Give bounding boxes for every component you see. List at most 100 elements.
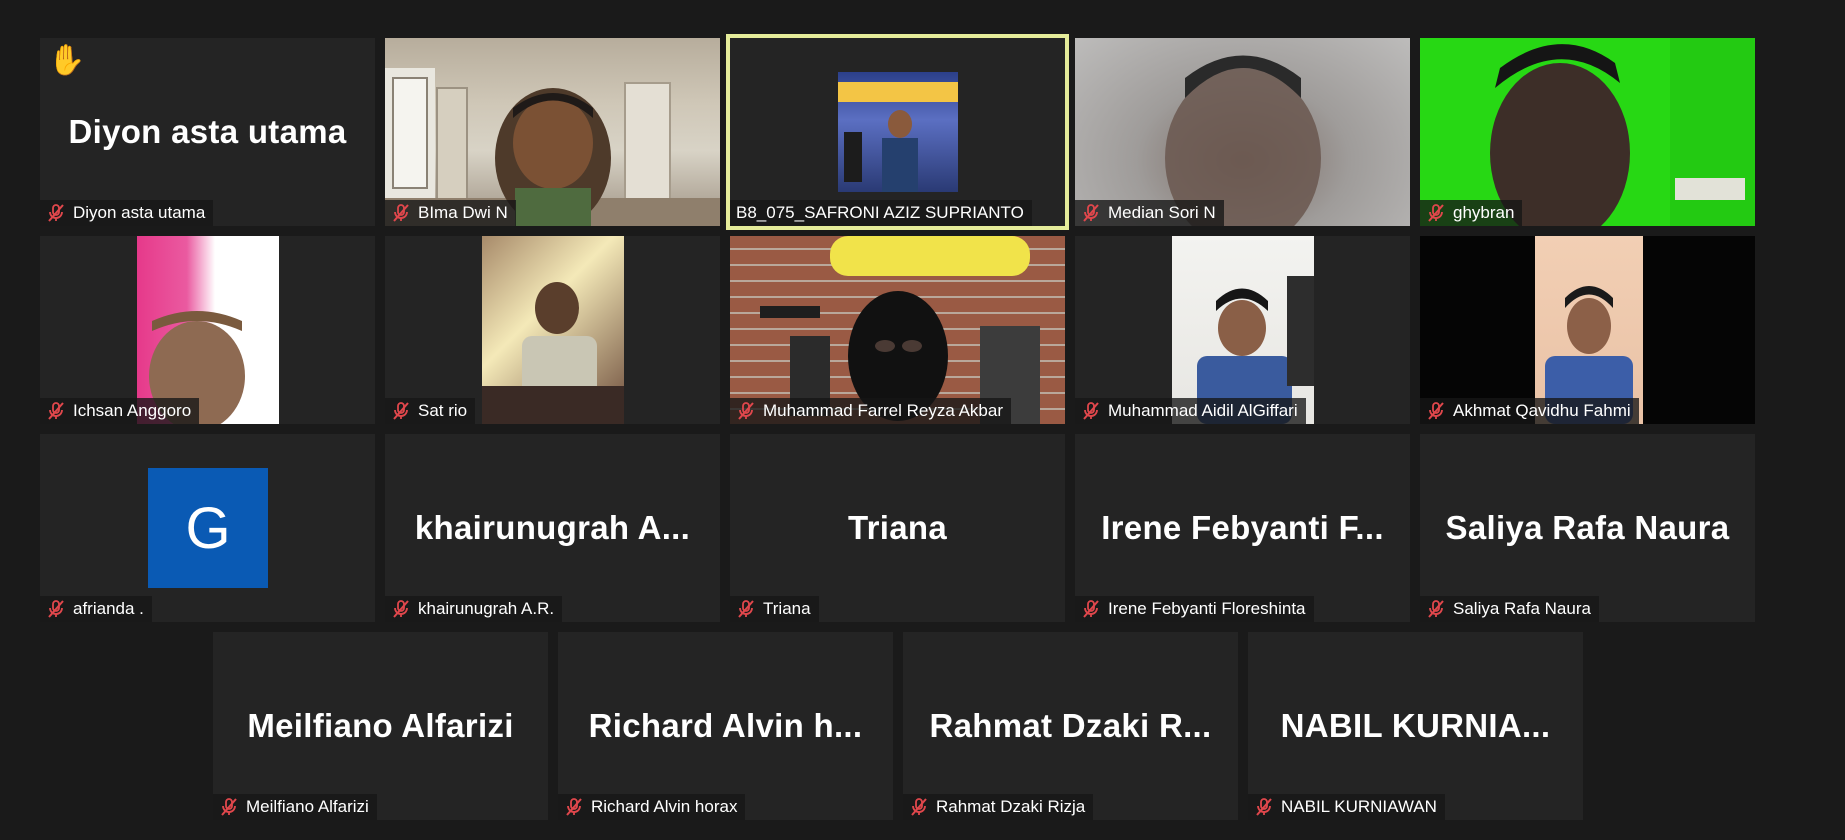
participant-name-label: Akhmat Qavidhu Fahmi [1420,398,1639,424]
microphone-muted-icon [1256,798,1272,816]
participant-name: Akhmat Qavidhu Fahmi [1453,401,1631,420]
participant-tile[interactable]: NABIL KURNIA... NABIL KURNIAWAN [1248,632,1583,820]
video-gallery: ✋ Diyon asta utama Diyon asta utama BIma… [0,0,1845,840]
participant-name-label: ghybran [1420,200,1523,226]
participant-name-label: khairunugrah A.R. [385,596,563,622]
participant-tile[interactable]: Ichsan Anggoro [40,236,375,424]
participant-name-label: afrianda . [40,596,152,622]
participant-name: Sat rio [418,401,468,420]
participant-video [1420,38,1755,226]
participant-name-label: Median Sori N [1075,200,1224,226]
participant-tile-active-speaker[interactable]: B8_075_SAFRONI AZIZ SUPRIANTO [726,34,1069,230]
microphone-muted-icon [1083,402,1099,420]
participant-video [1535,236,1643,424]
participant-name-label: Diyon asta utama [40,200,214,226]
participant-tile[interactable]: Akhmat Qavidhu Fahmi [1420,236,1755,424]
participant-video [1075,38,1410,226]
participant-face [1165,55,1321,226]
participant-video [482,236,624,424]
participant-name: Muhammad Aidil AlGiffari [1108,401,1298,420]
microphone-muted-icon [221,798,237,816]
participant-name: Irene Febyanti Floreshinta [1108,599,1306,618]
microphone-muted-icon [1428,600,1444,618]
participant-tile[interactable]: Muhammad Aidil AlGiffari [1075,236,1410,424]
microphone-muted-icon [566,798,582,816]
participant-tile[interactable]: ghybran [1420,38,1755,226]
raised-hand-icon: ✋ [48,44,86,77]
participant-name-label: Muhammad Aidil AlGiffari [1075,398,1306,424]
participant-tile[interactable]: Rahmat Dzaki R... Rahmat Dzaki Rizja [903,632,1238,820]
participant-name-label: B8_075_SAFRONI AZIZ SUPRIANTO [730,200,1032,226]
participant-name: Rahmat Dzaki Rizja [936,797,1086,816]
participant-tile[interactable]: Meilfiano Alfarizi Meilfiano Alfarizi [213,632,548,820]
microphone-muted-icon [48,402,64,420]
participant-tile[interactable]: Sat rio [385,236,720,424]
participant-name: Meilfiano Alfarizi [246,797,369,816]
participant-name: Richard Alvin horax [591,797,738,816]
microphone-muted-icon [738,402,754,420]
participant-tile[interactable]: BIma Dwi N [385,38,720,226]
microphone-muted-icon [393,600,409,618]
participant-name-display: Triana [847,509,947,546]
participant-name: NABIL KURNIAWAN [1281,797,1437,816]
participant-video [137,236,279,424]
participant-name-label: BIma Dwi N [385,200,516,226]
participant-tile[interactable]: Muhammad Farrel Reyza Akbar [730,236,1065,424]
microphone-muted-icon [1083,204,1099,222]
participant-name-label: Sat rio [385,398,476,424]
microphone-muted-icon [1428,402,1444,420]
microphone-muted-icon [48,204,64,222]
participant-name: Saliya Rafa Naura [1453,599,1591,618]
participant-name: BIma Dwi N [418,203,508,222]
profile-photo [838,82,958,192]
participant-video [838,72,958,192]
participant-name-display: Meilfiano Alfarizi [247,707,514,744]
participant-name-label: Richard Alvin horax [558,794,746,820]
participant-name: ghybran [1453,203,1515,222]
participant-tile[interactable]: G afrianda . [40,434,375,622]
participant-name: khairunugrah A.R. [418,599,555,618]
microphone-muted-icon [393,402,409,420]
participant-name-display: khairunugrah A... [414,509,691,546]
participant-name: Median Sori N [1108,203,1216,222]
participant-video [385,38,720,226]
participant-name-label: Meilfiano Alfarizi [213,794,377,820]
participant-name-label: Irene Febyanti Floreshinta [1075,596,1314,622]
participant-face [149,311,245,424]
participant-face [482,282,624,424]
participant-name-label: Triana [730,596,819,622]
participant-face [1545,286,1633,424]
participant-name: Muhammad Farrel Reyza Akbar [763,401,1003,420]
microphone-muted-icon [48,600,64,618]
participant-name-label: NABIL KURNIAWAN [1248,794,1445,820]
participant-name-label: Muhammad Farrel Reyza Akbar [730,398,1011,424]
participant-name-label: Rahmat Dzaki Rizja [903,794,1094,820]
microphone-muted-icon [1428,204,1444,222]
participant-tile[interactable]: Saliya Rafa Naura Saliya Rafa Naura [1420,434,1755,622]
microphone-muted-icon [911,798,927,816]
participant-name: Diyon asta utama [73,203,206,222]
participant-video [730,236,1065,424]
podcast-background [760,236,1040,424]
participant-name: B8_075_SAFRONI AZIZ SUPRIANTO [736,203,1024,222]
participant-name-display: Saliya Rafa Naura [1445,509,1730,546]
participant-tile[interactable]: Triana Triana [730,434,1065,622]
participant-tile[interactable]: Richard Alvin h... Richard Alvin horax [558,632,893,820]
avatar: G [148,468,268,588]
room-background [385,68,720,226]
microphone-muted-icon [393,204,409,222]
participant-name-display: Irene Febyanti F... [1101,509,1384,546]
participant-name-display: Richard Alvin h... [588,707,863,744]
participant-name: afrianda . [73,599,144,618]
participant-tile[interactable]: khairunugrah A... khairunugrah A.R. [385,434,720,622]
participant-face [1197,276,1314,424]
microphone-muted-icon [738,600,754,618]
participant-name: Triana [763,599,811,618]
participant-name-label: Ichsan Anggoro [40,398,200,424]
participant-tile[interactable]: Median Sori N [1075,38,1410,226]
participant-name-display: Diyon asta utama [68,113,347,150]
participant-tile[interactable]: Irene Febyanti F... Irene Febyanti Flore… [1075,434,1410,622]
participant-video [1172,236,1314,424]
participant-tile[interactable]: ✋ Diyon asta utama Diyon asta utama [40,38,375,226]
participant-name: Ichsan Anggoro [73,401,192,420]
